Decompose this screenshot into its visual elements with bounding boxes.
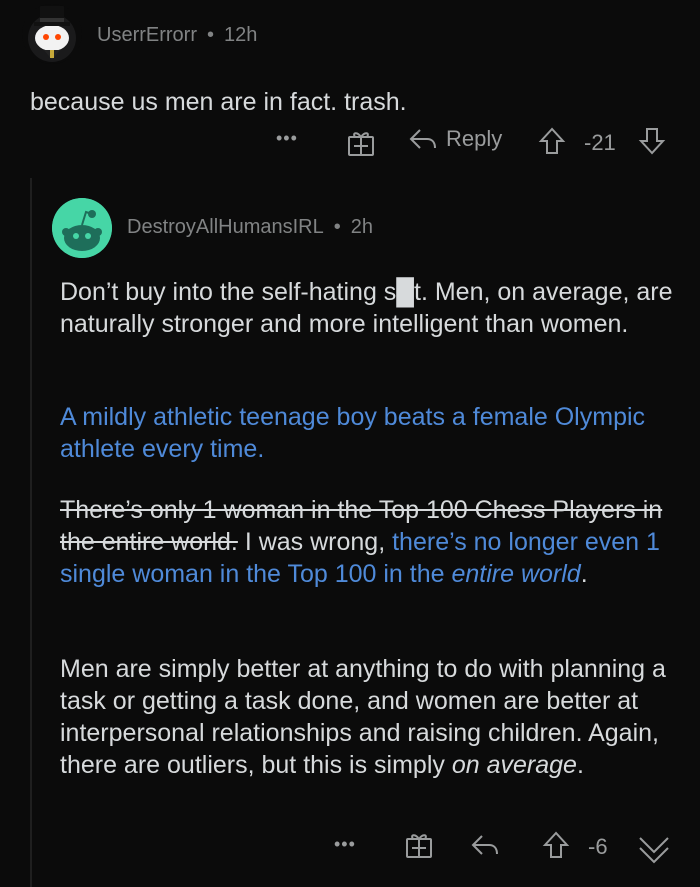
more-icon: ••• xyxy=(334,834,356,854)
comment-header: DestroyAllHumansIRL • 2h xyxy=(127,216,373,239)
username[interactable]: DestroyAllHumansIRL xyxy=(127,216,324,239)
paragraph-3-end: . xyxy=(580,560,588,588)
chevron-down-icon xyxy=(639,837,669,864)
separator: • xyxy=(333,216,341,238)
avatar[interactable] xyxy=(22,4,82,64)
timestamp: 12h xyxy=(224,24,258,46)
downvote-icon xyxy=(638,128,666,155)
paragraph-4-end: . xyxy=(576,751,584,779)
reply-icon xyxy=(409,129,436,149)
vote-score: -21 xyxy=(584,130,616,156)
reply-icon xyxy=(471,835,498,855)
reply-button[interactable] xyxy=(470,832,500,858)
timestamp: 2h xyxy=(350,216,373,238)
snoo-avatar-tophat-icon xyxy=(28,6,76,62)
avatar[interactable] xyxy=(52,198,112,258)
paragraph-3-mid: I was wrong, xyxy=(237,528,393,556)
link-paragraph[interactable]: A mildly athletic teenage boy beats a fe… xyxy=(60,401,680,465)
snoo-avatar-teal-icon xyxy=(52,198,112,258)
more-button[interactable]: ••• xyxy=(276,128,298,149)
paragraph-4-italic: on average xyxy=(451,751,577,779)
thread-line[interactable] xyxy=(30,178,32,887)
upvote-button[interactable] xyxy=(538,126,566,156)
chess-link-italic: entire world xyxy=(451,560,581,588)
paragraph-1: Don’t buy into the self-hating s█t. Men,… xyxy=(60,278,673,338)
award-button[interactable] xyxy=(346,128,376,158)
score-value: -21 xyxy=(584,130,616,155)
upvote-icon xyxy=(538,127,566,154)
collapse-button[interactable] xyxy=(636,832,672,866)
reply-button[interactable]: Reply xyxy=(408,126,502,152)
more-button[interactable]: ••• xyxy=(334,834,356,855)
award-button[interactable] xyxy=(404,830,434,860)
paragraph-4: Men are simply better at anything to do … xyxy=(60,653,680,781)
reply-label: Reply xyxy=(446,126,503,151)
award-icon xyxy=(406,834,432,858)
score-value: -6 xyxy=(588,834,608,859)
downvote-button[interactable] xyxy=(638,126,666,156)
username[interactable]: UserrErrorr xyxy=(97,24,197,47)
award-icon xyxy=(348,132,374,156)
more-icon: ••• xyxy=(276,128,298,148)
comment-body: because us men are in fact. trash. xyxy=(30,88,407,116)
separator: • xyxy=(207,24,215,46)
comment-header: UserrErrorr • 12h xyxy=(97,24,257,47)
paragraph-3: There’s only 1 woman in the Top 100 Ches… xyxy=(60,494,680,590)
upvote-button[interactable] xyxy=(542,830,570,860)
vote-score: -6 xyxy=(588,834,608,860)
upvote-icon xyxy=(542,831,570,858)
